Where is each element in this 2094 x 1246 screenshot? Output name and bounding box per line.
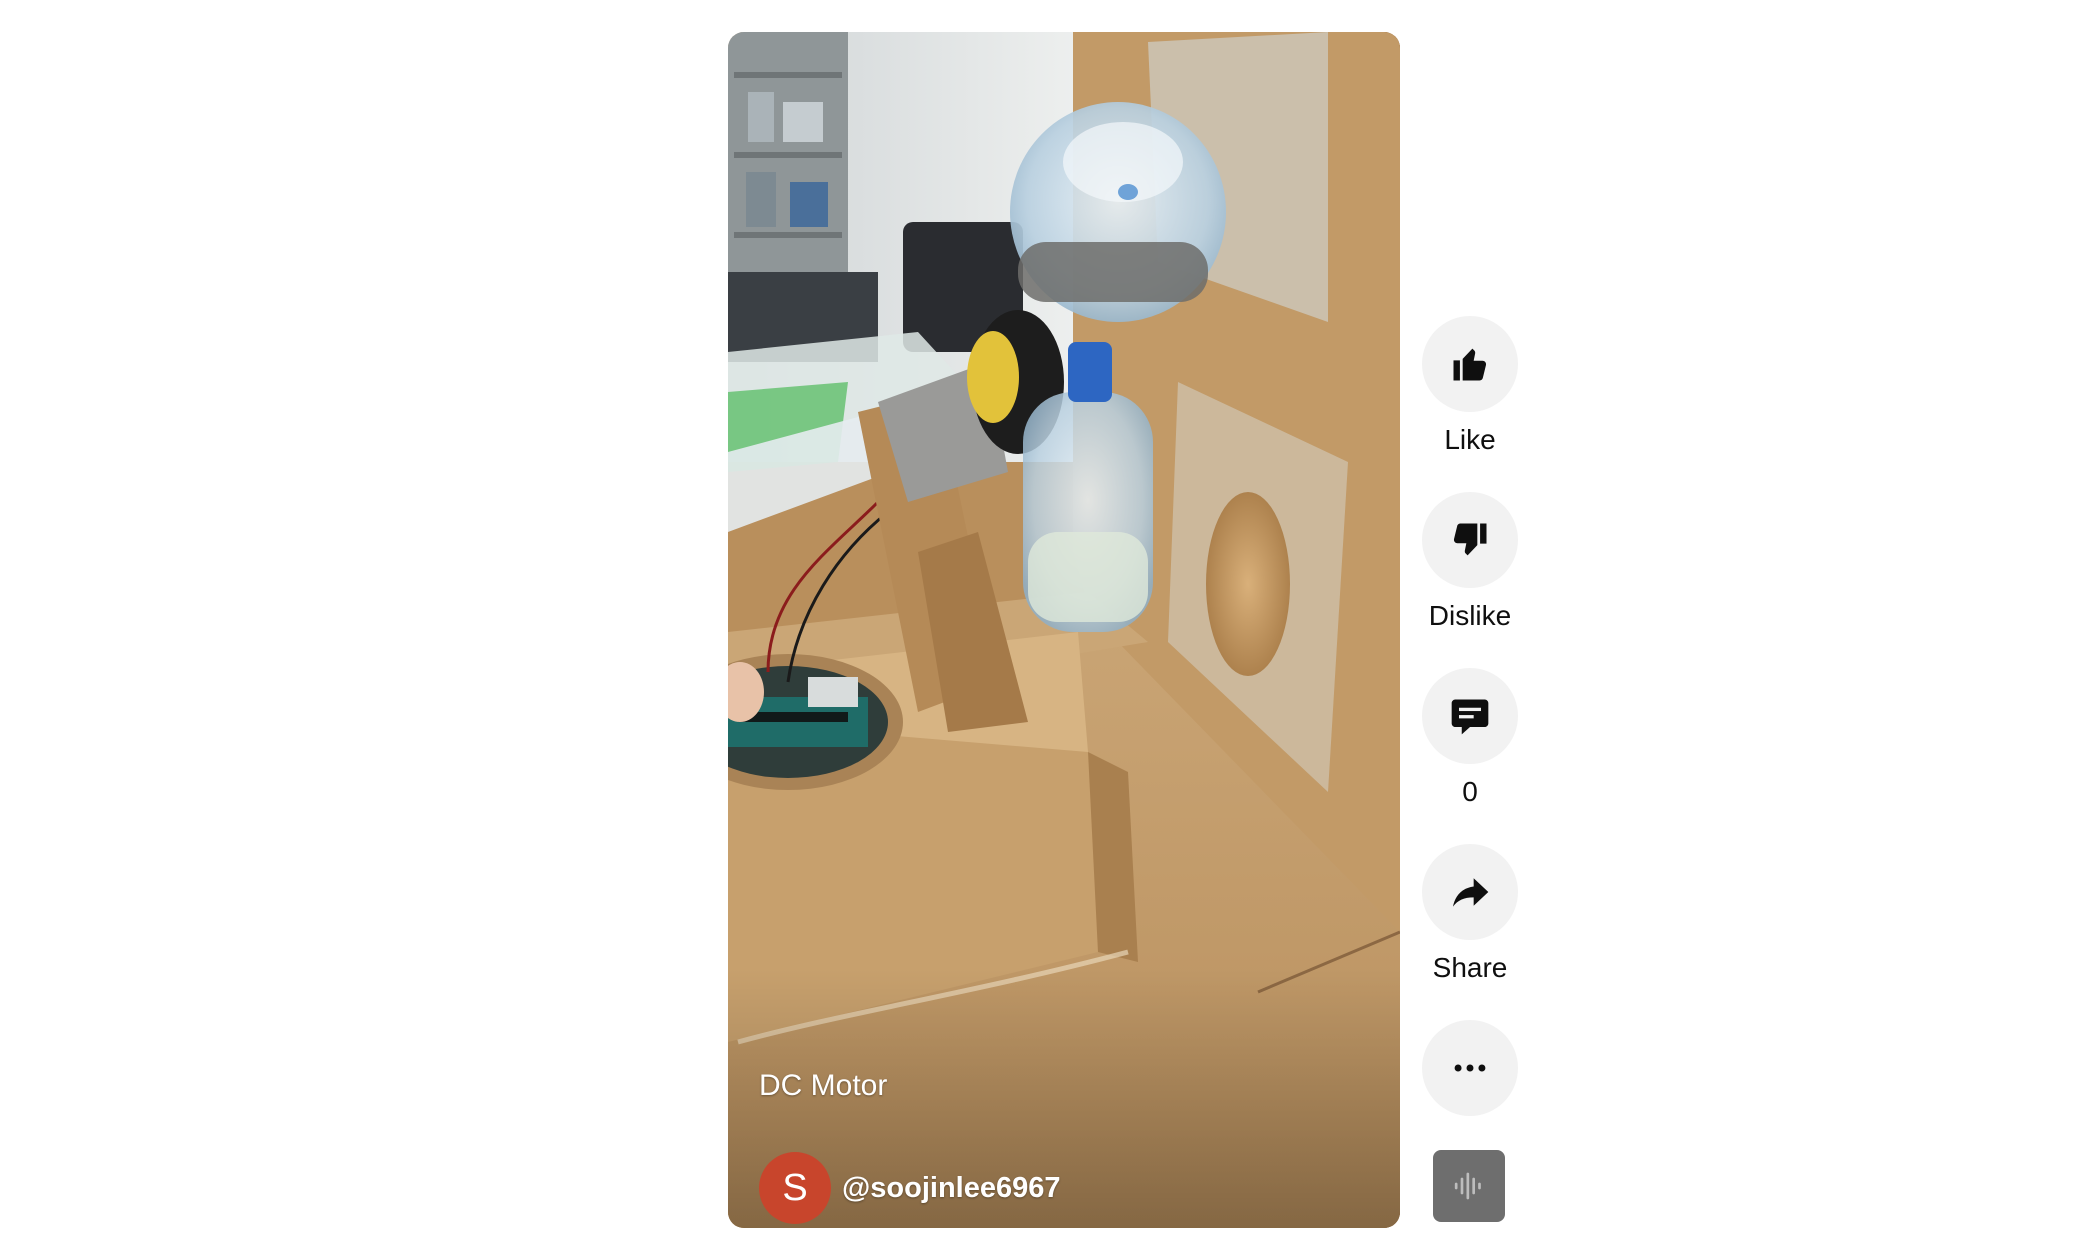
more-horizontal-icon — [1454, 1064, 1486, 1072]
like-button[interactable] — [1422, 316, 1518, 412]
more-action — [1422, 1020, 1518, 1116]
audio-waveform-icon — [1454, 1172, 1481, 1200]
share-arrow-icon — [1452, 878, 1489, 907]
shorts-page: DC Motor S @soojinlee6967 Like Dislike 0… — [0, 0, 2094, 1246]
dislike-label: Dislike — [1428, 600, 1512, 631]
video-title[interactable]: DC Motor — [759, 1069, 887, 1103]
share-label: Share — [1432, 952, 1508, 983]
channel-row[interactable]: S @soojinlee6967 — [759, 1152, 1061, 1224]
video-frame — [728, 32, 1400, 1228]
share-button[interactable] — [1422, 844, 1518, 940]
comments-button[interactable] — [1422, 668, 1518, 764]
like-action: Like — [1422, 316, 1518, 456]
comments-count: 0 — [1462, 776, 1478, 807]
sound-button[interactable] — [1433, 1150, 1505, 1222]
thumbs-up-icon — [1453, 348, 1487, 381]
channel-handle[interactable]: @soojinlee6967 — [842, 1172, 1061, 1205]
thumbs-down-icon — [1453, 523, 1487, 556]
comments-action: 0 — [1422, 668, 1518, 808]
video-player[interactable]: DC Motor S @soojinlee6967 — [728, 32, 1400, 1228]
comment-icon — [1451, 699, 1489, 735]
dislike-action: Dislike — [1422, 492, 1518, 632]
dislike-button[interactable] — [1422, 492, 1518, 588]
avatar[interactable]: S — [759, 1152, 831, 1224]
more-options-button[interactable] — [1422, 1020, 1518, 1116]
share-action: Share — [1422, 844, 1518, 984]
like-label: Like — [1444, 424, 1496, 455]
